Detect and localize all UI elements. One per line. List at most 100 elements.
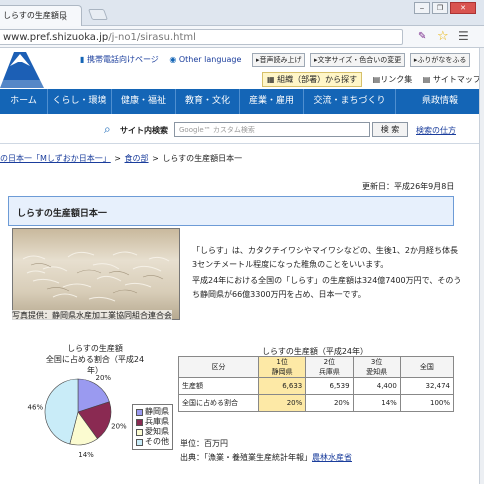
nav-item-education[interactable]: 教育・文化	[176, 89, 240, 114]
table-cell: 100%	[399, 394, 455, 412]
browser-toolbar: www.pref.shizuoka.jp/j-no1/sirasu.html ✎…	[0, 26, 484, 48]
shirasu-photo-texture	[22, 251, 170, 302]
close-window-button[interactable]: ✕	[450, 2, 476, 14]
legend-item: その他	[136, 437, 169, 447]
building-icon: ▦	[267, 75, 275, 84]
breadcrumb-link-food[interactable]: 食の部	[125, 154, 149, 163]
search-button[interactable]: 検 索	[372, 122, 408, 137]
table-cell: 6,539	[305, 377, 354, 395]
url-path: /j-no1/sirasu.html	[108, 32, 196, 43]
breadcrumb-current: しらすの生産額日本一	[162, 154, 243, 163]
tab-title: しらすの生産額日	[3, 11, 67, 20]
nav-item-industry[interactable]: 産業・雇用	[240, 89, 304, 114]
bookmark-star-icon[interactable]: ☆	[437, 29, 449, 44]
table-cell: 14%	[352, 394, 401, 412]
mobile-page-link[interactable]: 携帯電話向けページ	[87, 55, 159, 64]
window-controls: ‒ ❐ ✕	[414, 2, 476, 14]
row-label: 全国に占める割合	[178, 394, 259, 412]
find-by-department-button[interactable]: ▦ 組織（部署）から探す	[262, 72, 363, 87]
search-icon: ⌕	[104, 122, 111, 136]
site-search: ⌕ サイト内検索 Google™ カスタム検索 検 索 検索の仕方	[0, 114, 484, 144]
updated-date: 更新日：平成26年9月8日	[362, 182, 455, 191]
sitemap-link[interactable]: ▤ サイトマップ	[423, 75, 481, 84]
tab-close-icon[interactable]: ✕	[61, 14, 68, 23]
voice-reader-button[interactable]: ▸音声読み上げ	[251, 53, 306, 67]
table-unit: 単位：百万円	[180, 439, 228, 448]
header-secondary-links: ▦ 組織（部署）から探す ▤リンク集 ▤ サイトマップ	[262, 72, 484, 87]
table-row: 全国に占める割合 20% 20% 14% 100%	[178, 394, 455, 412]
table-row: 生産額 6,633 6,539 4,400 32,474	[178, 377, 455, 395]
pie-data-label: 14%	[78, 451, 94, 459]
table-cell: 20%	[305, 394, 354, 412]
breadcrumb-link-nihonichi[interactable]: の日本一「Mしずおか日本一」	[0, 154, 111, 163]
table-cell: 20%	[257, 394, 307, 412]
intro-paragraph-2: 平成24年における全国の「しらす」の生産額は324億7400万円で、そのうち静岡…	[192, 276, 462, 299]
legend-swatch	[136, 438, 143, 446]
nav-item-home[interactable]: ホーム	[0, 89, 48, 114]
legend-label: 兵庫県	[145, 417, 169, 426]
table-header-row: 区分 1位 静岡県 2位 兵庫県 3位 愛知県 全国	[178, 356, 455, 378]
extension-pen-icon[interactable]: ✎	[418, 31, 426, 42]
search-label: サイト内検索	[120, 126, 168, 135]
maximize-button[interactable]: ❐	[432, 2, 448, 14]
global-nav: ホーム くらし・環境 健康・福祉 教育・文化 産業・雇用 交流・まちづくり 県政…	[0, 89, 484, 114]
breadcrumb-separator: >	[111, 154, 124, 163]
table-cell: 4,400	[352, 377, 401, 395]
search-help-link[interactable]: 検索の仕方	[416, 125, 456, 136]
furigana-button[interactable]: ▸ふりがなをふる	[409, 53, 471, 67]
shizuoka-logo-icon[interactable]	[0, 48, 44, 88]
links-link[interactable]: ▤リンク集	[373, 75, 413, 84]
table-cell: 32,474	[399, 377, 455, 395]
page-title: しらすの生産額日本一	[17, 209, 107, 219]
photo-caption: 写真提供：静岡県水産加工業協同組合連合会	[12, 310, 172, 321]
search-input[interactable]: Google™ カスタム検索	[174, 122, 370, 137]
nav-item-health[interactable]: 健康・福祉	[112, 89, 176, 114]
intro-paragraph-1: 「しらす」は、カタクチイワシやマイワシなどの、生後1、2か月経ち体長3センチメー…	[192, 246, 459, 269]
legend-label: 愛知県	[145, 427, 169, 436]
other-language-link[interactable]: Other language	[179, 55, 242, 64]
table-corner-cell: 区分	[178, 356, 259, 378]
table-cell: 6,633	[257, 377, 307, 395]
legend-item: 愛知県	[136, 427, 169, 437]
text-size-color-button[interactable]: ▸文字サイズ・色合いの変更	[310, 53, 406, 67]
nav-item-living[interactable]: くらし・環境	[48, 89, 112, 114]
legend-swatch	[136, 408, 143, 416]
breadcrumb: の日本一「Mしずおか日本一」 > 食の部 > しらすの生産額日本一	[0, 153, 484, 164]
table-source: 出典：「漁業・養殖業生産統計年報」農林水産省	[180, 452, 352, 463]
source-link[interactable]: 農林水産省	[312, 453, 352, 462]
breadcrumb-separator: >	[149, 154, 162, 163]
pie-data-label: 20%	[95, 374, 111, 382]
nav-item-government[interactable]: 県政情報	[396, 89, 484, 114]
pie-title-line1: しらすの生産額	[67, 344, 123, 353]
table-header-cell: 2位 兵庫県	[305, 356, 354, 378]
source-prefix: 出典：「漁業・養殖業生産統計年報」	[180, 453, 312, 462]
legend-swatch	[136, 428, 143, 436]
new-tab-button[interactable]	[87, 9, 109, 20]
table-header-cell: 3位 愛知県	[352, 356, 401, 378]
legend-swatch	[136, 418, 143, 426]
table-header-cell: 全国	[399, 356, 455, 378]
address-bar[interactable]: www.pref.shizuoka.jp/j-no1/sirasu.html	[0, 29, 403, 45]
shirasu-photo	[12, 228, 180, 320]
legend-item: 兵庫県	[136, 417, 169, 427]
browser-menu-icon[interactable]: ☰	[458, 29, 469, 43]
url-host: www.pref.shizuoka.jp	[3, 32, 109, 43]
utility-links: ▮ 携帯電話向けページ ◉ Other language ▸音声読み上げ ▸文字…	[80, 53, 472, 67]
pie-data-label: 20%	[111, 422, 127, 430]
browser-tabbar: しらすの生産額日 ✕ ‒ ❐ ✕	[0, 0, 484, 26]
row-label: 生産額	[178, 377, 259, 395]
pie-legend: 静岡県 兵庫県 愛知県 その他	[132, 404, 173, 450]
table-header-cell: 1位 静岡県	[257, 356, 307, 378]
mobile-icon: ▮	[80, 55, 85, 64]
production-table: 区分 1位 静岡県 2位 兵庫県 3位 愛知県 全国 生産額 6,633 6,539 …	[178, 356, 455, 412]
minimize-button[interactable]: ‒	[414, 2, 430, 14]
sitemap-icon: ▤	[422, 75, 431, 84]
pie-data-label: 46%	[28, 404, 44, 412]
legend-label: 静岡県	[145, 407, 169, 416]
browser-tab[interactable]: しらすの生産額日 ✕	[0, 5, 82, 26]
legend-item: 静岡県	[136, 407, 169, 417]
legend-label: その他	[145, 437, 169, 446]
nav-item-community[interactable]: 交流・まちづくり	[304, 89, 396, 114]
page-scrollbar[interactable]	[479, 48, 484, 484]
page-title-box: しらすの生産額日本一	[8, 196, 454, 226]
